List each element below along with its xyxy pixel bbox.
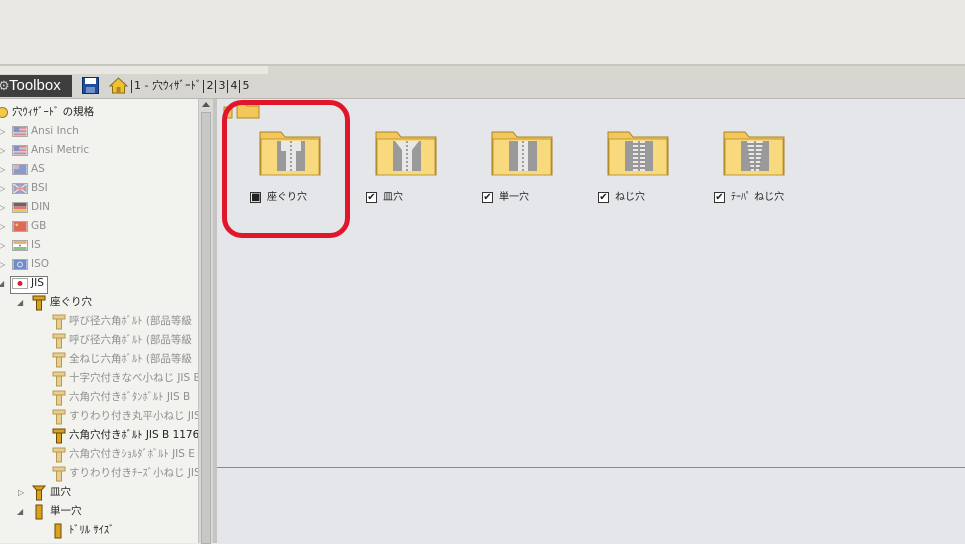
us-flag-icon (12, 145, 28, 156)
tree-item-label: JIS (31, 277, 44, 289)
tab-separator (215, 79, 217, 93)
tree-item-label: Ansi Inch (31, 125, 79, 137)
tab-separator (203, 79, 205, 93)
save-icon[interactable] (82, 77, 99, 94)
hole-type-tapped[interactable]: ✔ ねじ穴 (595, 128, 691, 208)
tree-item-label: 全ねじ六角ﾎﾞﾙﾄ (部品等級 (69, 353, 192, 365)
us-flag-icon (12, 126, 28, 137)
countersink-folder-icon (375, 131, 437, 176)
gear-icon: ⚙ (0, 78, 10, 93)
hole-type-label: 皿穴 (383, 192, 403, 203)
tree-item-label: 六角穴付きｼｮﾙﾀﾞﾎﾞﾙﾄ JIS E (69, 448, 195, 460)
tree-item-label: ﾄﾞﾘﾙ ｻｲｽﾞ (69, 524, 115, 536)
expand-arrow-icon[interactable]: ▷ (0, 255, 7, 274)
tree-item-label: 呼び径六角ﾎﾞﾙﾄ (部品等級 (69, 315, 192, 327)
tree-item-label: 呼び径六角ﾎﾞﾙﾄ (部品等級 (69, 334, 192, 346)
home-icon[interactable] (109, 76, 128, 95)
tab-separator (227, 79, 229, 93)
scroll-thumb[interactable] (201, 112, 211, 544)
tree-item-label: Ansi Metric (31, 144, 90, 156)
drill-icon (54, 523, 62, 539)
jp-flag-icon (12, 278, 28, 289)
expand-arrow-icon[interactable]: ▷ (0, 198, 7, 217)
expand-arrow-icon[interactable]: ▷ (0, 236, 7, 255)
panel-divider (217, 467, 965, 468)
toolbox-title-bar: ⚙ Toolbox (0, 75, 72, 97)
upper-right-strip (268, 66, 965, 74)
uk-flag-icon (12, 183, 28, 194)
toolbox-title: Toolbox (9, 77, 61, 94)
tree-item-label: 十字穴付きなべ小ねじ JIS B (69, 372, 198, 384)
tree-item-label: AS (31, 163, 45, 175)
tab-4[interactable]: 4 (230, 79, 237, 92)
tab-2[interactable]: 2 (206, 79, 213, 92)
collapse-arrow-icon[interactable]: ◢ (17, 293, 25, 312)
screw-icon (52, 409, 66, 425)
standards-tree: 穴ｳｨｻﾞｰﾄﾞ の規格 ▷ Ansi Inch ▷ Ansi Metric ▷… (0, 99, 198, 543)
tab-separator (131, 79, 132, 93)
counterbore-screw-icon (32, 295, 46, 311)
collapse-arrow-icon[interactable]: ◢ (17, 502, 25, 521)
hole-type-simple[interactable]: ✔ 単一穴 (479, 128, 575, 208)
screw-icon (52, 352, 66, 368)
screw-icon (52, 314, 66, 330)
tree-item-label: GB (31, 220, 47, 232)
screw-icon (52, 447, 66, 463)
screw-icon (52, 466, 66, 482)
scroll-up-arrow-icon[interactable] (202, 102, 210, 107)
tree-item-label: すりわり付き丸平小ねじ JIS (69, 410, 198, 422)
de-flag-icon (12, 202, 28, 213)
tree-root-label: 穴ｳｨｻﾞｰﾄﾞ の規格 (12, 106, 95, 118)
tree-item-label: 皿穴 (50, 486, 71, 498)
tree-item-label: ISO (31, 258, 50, 270)
expand-arrow-icon[interactable]: ▷ (0, 160, 7, 179)
tab-strip: 1 - 穴ｳｨｻﾞｰﾄﾞ 2 3 4 5 (129, 77, 249, 95)
iso-flag-icon (12, 259, 28, 270)
screw-icon (52, 333, 66, 349)
screw-icon (52, 371, 66, 387)
expand-arrow-icon[interactable]: ▷ (0, 217, 7, 236)
top-area (0, 0, 965, 64)
tree-item-label: IS (31, 239, 41, 251)
hole-type-label: ﾃｰﾊﾟ ねじ穴 (731, 192, 785, 203)
highlight-annotation (222, 100, 350, 238)
tree-item-label: すりわり付きﾁｰｽﾞ小ねじ JIS (69, 467, 198, 479)
tree-item-label: BSI (31, 182, 48, 194)
hole-type-tapered-tapped[interactable]: ✔ ﾃｰﾊﾟ ねじ穴 (711, 128, 807, 208)
tree-item-label: 単一穴 (50, 505, 82, 517)
hole-type-label: 単一穴 (499, 192, 529, 203)
screw-icon (52, 428, 66, 444)
checkbox[interactable]: ✔ (482, 192, 493, 203)
checkbox[interactable]: ✔ (598, 192, 609, 203)
tapered-tapped-hole-folder-icon (723, 131, 785, 176)
collapse-arrow-icon[interactable]: ◢ (0, 274, 6, 293)
expand-arrow-icon[interactable]: ▷ (0, 179, 7, 198)
simple-hole-icon (35, 504, 43, 520)
au-flag-icon (12, 164, 28, 175)
checkbox[interactable]: ✔ (366, 192, 377, 203)
checkbox[interactable]: ✔ (714, 192, 725, 203)
tree-item-label: 六角穴付きﾎﾞﾀﾝﾎﾞﾙﾄ JIS B (69, 391, 191, 403)
expand-arrow-icon[interactable]: ▷ (0, 141, 7, 160)
expand-arrow-icon[interactable]: ▷ (18, 483, 26, 502)
tapped-hole-folder-icon (607, 131, 669, 176)
tab-3[interactable]: 3 (218, 79, 225, 92)
countersink-screw-icon (32, 485, 46, 501)
hole-type-countersink[interactable]: ✔ 皿穴 (363, 128, 459, 208)
tree-item-label: DIN (31, 201, 51, 213)
tree-item-label: 六角穴付きﾎﾞﾙﾄ JIS B 1176 (69, 429, 198, 441)
tree-scrollbar[interactable] (198, 99, 214, 544)
in-flag-icon (12, 240, 28, 251)
screw-icon (52, 390, 66, 406)
globe-icon (0, 107, 8, 118)
expand-arrow-icon[interactable]: ▷ (0, 122, 7, 141)
tab-5[interactable]: 5 (242, 79, 249, 92)
hole-type-label: ねじ穴 (615, 192, 645, 203)
tab-separator (239, 79, 241, 93)
tree-item-label: 座ぐり穴 (50, 296, 92, 308)
simple-hole-folder-icon (491, 131, 553, 176)
cn-flag-icon (12, 221, 28, 232)
tab-1-hole-wizard[interactable]: 1 - 穴ｳｨｻﾞｰﾄﾞ (134, 79, 201, 92)
